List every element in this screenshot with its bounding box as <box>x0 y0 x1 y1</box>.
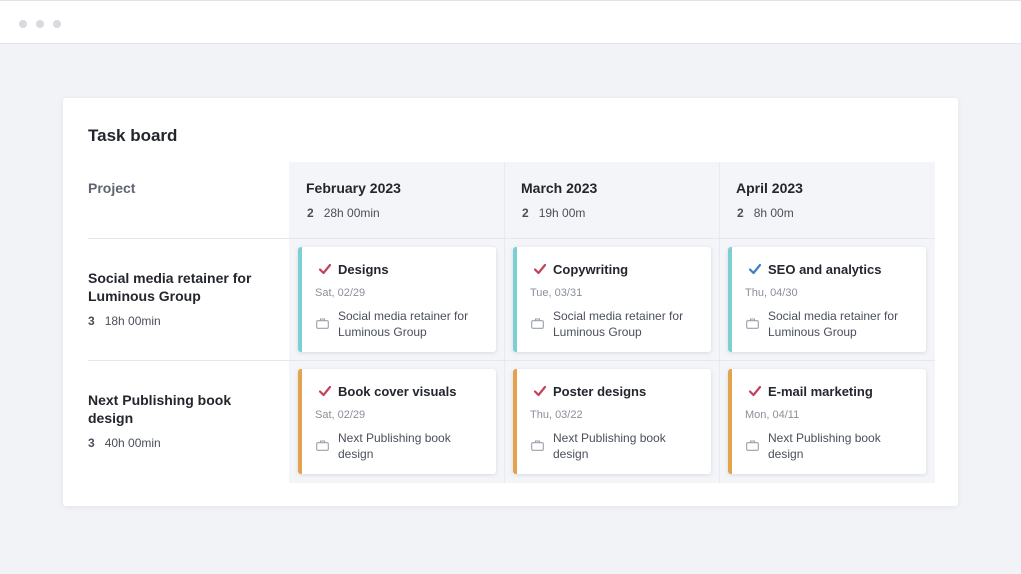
task-date: Mon, 04/11 <box>745 409 800 421</box>
briefcase-icon <box>316 440 329 451</box>
briefcase-icon <box>316 318 329 329</box>
task-title: E-mail marketing <box>768 384 873 399</box>
check-icon[interactable] <box>318 384 332 398</box>
task-project: Social media retainer for Luminous Group <box>768 309 899 339</box>
column-divider <box>719 162 720 483</box>
task-card[interactable]: Copywriting Tue, 03/31 Social media reta… <box>513 247 711 352</box>
task-card[interactable]: Designs Sat, 02/29 Social media retainer… <box>298 247 496 352</box>
task-date: Thu, 03/22 <box>530 409 583 421</box>
project-hours: 18h 00min <box>104 314 161 328</box>
window-dot-icon <box>36 20 44 28</box>
task-title: Book cover visuals <box>338 384 457 399</box>
month-task-count: 2 <box>522 206 529 220</box>
window-dot-icon <box>53 20 61 28</box>
project-task-count: 3 <box>88 314 95 328</box>
task-title: Copywriting <box>553 262 629 277</box>
task-date: Sat, 02/29 <box>315 409 366 421</box>
task-board: Task board Project February 2023 2 28h 00… <box>63 98 958 506</box>
briefcase-icon <box>531 318 544 329</box>
month-hours: 28h 00min <box>323 206 380 220</box>
month-header-february: February 2023 <box>306 180 401 196</box>
check-icon[interactable] <box>533 262 547 276</box>
month-summary: 2 28h 00min <box>307 206 380 220</box>
project-row-title[interactable]: Social media retainer for Luminous Group <box>88 269 273 305</box>
window-dot-icon <box>19 20 27 28</box>
task-title: SEO and analytics <box>768 262 882 277</box>
check-icon[interactable] <box>748 262 762 276</box>
task-title: Designs <box>338 262 389 277</box>
column-divider <box>504 162 505 483</box>
project-task-count: 3 <box>88 436 95 450</box>
task-date: Sat, 02/29 <box>315 287 366 299</box>
task-project: Social media retainer for Luminous Group <box>338 309 469 339</box>
briefcase-icon <box>746 440 759 451</box>
project-column-header: Project <box>88 180 136 196</box>
project-summary: 3 18h 00min <box>88 314 161 328</box>
month-summary: 2 19h 00m <box>522 206 585 220</box>
month-summary: 2 8h 00m <box>737 206 794 220</box>
check-icon[interactable] <box>318 262 332 276</box>
task-card[interactable]: E-mail marketing Mon, 04/11 Next Publish… <box>728 369 926 474</box>
task-title: Poster designs <box>553 384 647 399</box>
board-title: Task board <box>88 126 178 145</box>
month-header-april: April 2023 <box>736 180 803 196</box>
task-date: Thu, 04/30 <box>745 287 798 299</box>
row-divider <box>88 360 935 361</box>
task-project: Social media retainer for Luminous Group <box>553 309 684 339</box>
task-project: Next Publishing book design <box>768 431 881 461</box>
row-divider <box>88 238 935 239</box>
task-card[interactable]: Poster designs Thu, 03/22 Next Publishin… <box>513 369 711 474</box>
month-task-count: 2 <box>737 206 744 220</box>
month-hours: 8h 00m <box>753 206 794 220</box>
month-hours: 19h 00m <box>538 206 586 220</box>
task-date: Tue, 03/31 <box>530 287 583 299</box>
project-row-title[interactable]: Next Publishing book design <box>88 391 273 427</box>
project-summary: 3 40h 00min <box>88 436 161 450</box>
check-icon[interactable] <box>533 384 547 398</box>
briefcase-icon <box>531 440 544 451</box>
task-card[interactable]: Book cover visuals Sat, 02/29 Next Publi… <box>298 369 496 474</box>
task-card[interactable]: SEO and analytics Thu, 04/30 Social medi… <box>728 247 926 352</box>
month-task-count: 2 <box>307 206 314 220</box>
task-project: Next Publishing book design <box>338 431 451 461</box>
project-hours: 40h 00min <box>104 436 161 450</box>
month-header-march: March 2023 <box>521 180 598 196</box>
task-project: Next Publishing book design <box>553 431 666 461</box>
check-icon[interactable] <box>748 384 762 398</box>
briefcase-icon <box>746 318 759 329</box>
window-title-bar <box>0 0 1021 44</box>
